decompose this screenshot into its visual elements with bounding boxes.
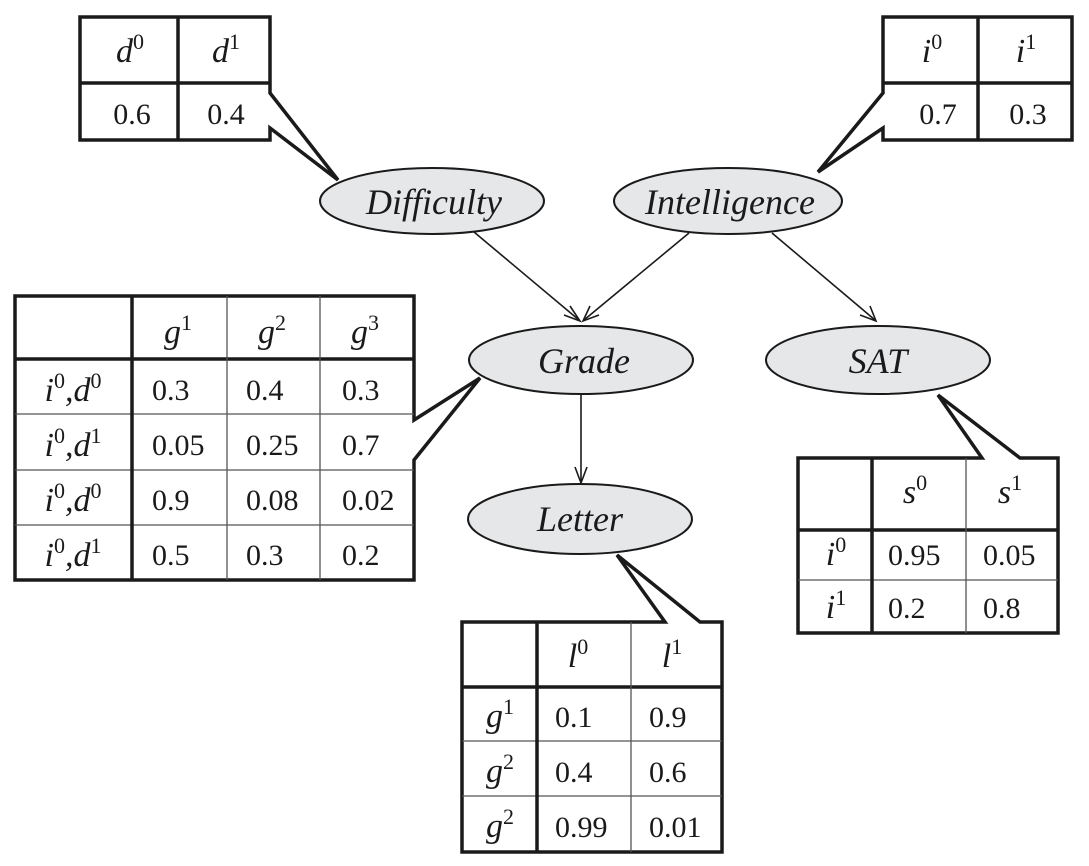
- edge-difficulty-to-grade: [473, 231, 583, 323]
- sat-label: SAT: [849, 341, 911, 381]
- edge-intelligence-to-grade: [581, 232, 690, 323]
- sat-cpd-table: s0 s1 i0 0.95 0.05 i1 0.2 0.8: [796, 393, 1060, 635]
- grade-cell: 0.5: [152, 539, 190, 572]
- node-difficulty[interactable]: Difficulty: [319, 167, 545, 235]
- letter-cell: 0.01: [649, 811, 702, 844]
- grade-cpd-table: g1 g2 g3 i0,d0 0.3 0.4 0.3 i0,d1 0.05 0.…: [13, 294, 482, 582]
- bayesian-network-diagram: d0 d1 0.6 0.4 i0 i1 0.7 0.3 Difficulty I…: [13, 15, 1074, 854]
- grade-cell: 0.2: [342, 539, 380, 572]
- grade-label: Grade: [538, 341, 630, 381]
- difficulty-label: Difficulty: [365, 182, 502, 222]
- letter-cell: 0.1: [555, 701, 593, 734]
- grade-cell: 0.02: [342, 484, 395, 517]
- sat-cell: 0.8: [983, 592, 1021, 625]
- grade-cell: 0.3: [246, 539, 284, 572]
- letter-cpd-table: l0 l1 g1 0.1 0.9 g2 0.4 0.6 g2 0.99 0.01: [460, 553, 724, 854]
- grade-cell: 0.08: [246, 484, 299, 517]
- sat-cell: 0.05: [983, 539, 1036, 572]
- intelligence-cpd-table: i0 i1 0.7 0.3: [816, 15, 1074, 174]
- node-letter[interactable]: Letter: [467, 483, 693, 555]
- node-sat[interactable]: SAT: [765, 325, 991, 395]
- letter-cell: 0.9: [649, 701, 687, 734]
- letter-label: Letter: [536, 499, 624, 539]
- intelligence-value-1: 0.3: [1009, 98, 1047, 131]
- sat-cell: 0.95: [888, 539, 941, 572]
- grade-cell: 0.3: [342, 374, 380, 407]
- grade-cell: 0.05: [152, 429, 205, 462]
- grade-cell: 0.4: [246, 374, 284, 407]
- node-grade[interactable]: Grade: [468, 325, 694, 395]
- edge-intelligence-to-sat: [771, 232, 878, 323]
- node-intelligence[interactable]: Intelligence: [613, 167, 843, 235]
- grade-cell: 0.7: [342, 429, 380, 462]
- difficulty-value-1: 0.4: [207, 98, 245, 131]
- sat-cell: 0.2: [888, 592, 926, 625]
- difficulty-cpd-table: d0 d1 0.6 0.4: [78, 15, 340, 182]
- grade-cell: 0.9: [152, 484, 190, 517]
- intelligence-value-0: 0.7: [919, 98, 957, 131]
- difficulty-value-0: 0.6: [113, 98, 151, 131]
- grade-cell: 0.25: [246, 429, 299, 462]
- letter-cell: 0.6: [649, 756, 687, 789]
- edge-grade-to-letter: [574, 393, 588, 486]
- intelligence-label: Intelligence: [644, 182, 815, 222]
- letter-cell: 0.4: [555, 756, 593, 789]
- grade-cell: 0.3: [152, 374, 190, 407]
- letter-cell: 0.99: [555, 811, 608, 844]
